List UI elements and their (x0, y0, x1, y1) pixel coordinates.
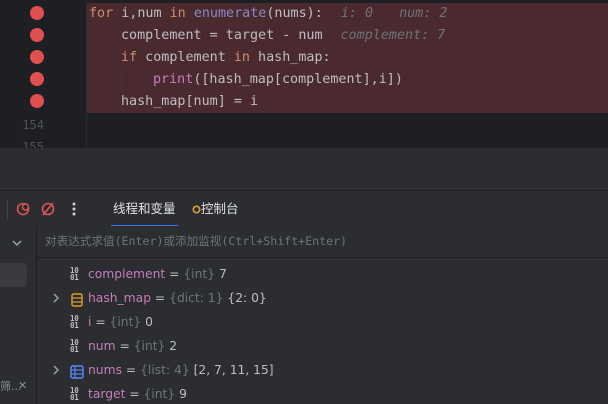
line-number: 154 (22, 118, 44, 132)
variable-row-i[interactable]: 10 01 i = {int} 0 (37, 310, 608, 334)
code-line[interactable]: if complement in hash_map: (87, 47, 608, 69)
close-icon[interactable]: ✕ (18, 379, 27, 392)
equals-sign: = (121, 363, 141, 377)
code-editor[interactable]: 154 155 for i,num in enumerate(nums): i: … (0, 0, 608, 148)
inline-value-hint: num: 2 (399, 6, 448, 21)
view-breakpoints-icon[interactable] (14, 200, 32, 218)
code-line[interactable]: hash_map[num] = i (87, 91, 608, 113)
breakpoint-icon[interactable] (30, 50, 44, 64)
variable-text: hash_map = {dict: 1} {2: 0} (88, 286, 267, 310)
equals-sign: = (125, 387, 144, 401)
indent-guide (121, 69, 122, 91)
variable-text: complement = {int} 7 (88, 262, 227, 286)
variable-name: nums (88, 363, 122, 377)
code-line[interactable]: complement = target - num complement: 7 (87, 25, 608, 47)
equals-sign: = (151, 291, 170, 305)
more-options-icon[interactable] (65, 200, 83, 218)
chevron-right-icon[interactable] (51, 358, 63, 382)
variable-name: target (88, 387, 126, 401)
primitive-icon: 10 01 (70, 338, 79, 354)
variable-value: [2, 7, 11, 15] (193, 363, 274, 377)
panel-splitter[interactable] (0, 148, 608, 190)
variable-text: num = {int} 2 (88, 334, 177, 358)
chevron-right-icon[interactable] (51, 286, 63, 310)
frame-item-selected[interactable] (0, 263, 27, 287)
variable-row-nums[interactable]: nums = {list: 4} [2, 7, 11, 15] (37, 358, 608, 382)
variable-name: complement (88, 267, 166, 281)
chevron-down-icon[interactable] (8, 234, 26, 252)
variable-value: 9 (179, 387, 187, 401)
variable-type: {int} (183, 267, 219, 281)
frames-panel: 筛... ✕ (0, 226, 37, 404)
list-icon (70, 363, 84, 379)
variable-name: num (88, 339, 116, 353)
variable-type: {int} (143, 387, 180, 401)
editor-gutter: 154 155 (0, 0, 86, 148)
toolbar-divider (7, 201, 8, 219)
primitive-icon: 10 01 (70, 314, 79, 330)
variable-row-complement[interactable]: 10 01 complement = {int} 7 (37, 262, 608, 286)
debug-toolbar: 线程和变量 控制台 (0, 190, 608, 227)
equals-sign: = (165, 267, 184, 281)
mute-breakpoints-icon[interactable] (39, 200, 57, 218)
evaluate-expression-input[interactable] (45, 226, 585, 257)
code-area[interactable]: for i,num in enumerate(nums): i: 0 num: 2 … (87, 0, 608, 148)
dict-icon (70, 291, 84, 307)
variable-type: {int} (133, 339, 170, 353)
evaluate-bar (37, 226, 608, 258)
variable-value: 7 (218, 267, 227, 281)
variable-value: 0 (145, 315, 153, 329)
variable-value: {2: 0} (227, 291, 267, 305)
variable-value: 2 (169, 339, 178, 353)
variable-row-num[interactable]: 10 01 num = {int} 2 (37, 334, 608, 358)
variable-text: nums = {list: 4} [2, 7, 11, 15] (88, 358, 274, 382)
tab-console[interactable]: 控制台 (192, 191, 239, 227)
variable-name: hash_map (88, 291, 151, 305)
inline-value-hint: i: 0 (340, 6, 374, 21)
variables-tree: 10 01 complement = {int} 7 hash_map = {dict… (37, 258, 608, 404)
equals-sign: = (115, 339, 134, 353)
variable-row-hash_map[interactable]: hash_map = {dict: 1} {2: 0} (37, 286, 608, 310)
breakpoint-icon[interactable] (30, 6, 44, 20)
code-line[interactable]: for i,num in enumerate(nums): i: 0 num: 2 (87, 3, 608, 25)
variable-type: {list: 4} (140, 363, 194, 377)
code-line[interactable]: print([hash_map[complement],i]) (87, 69, 608, 91)
breakpoint-icon[interactable] (30, 28, 44, 42)
variable-text: i = {int} 0 (88, 310, 153, 334)
variable-text: target = {int} 9 (88, 382, 187, 404)
tab-threads-variables[interactable]: 线程和变量 (111, 191, 178, 227)
inline-value-hint: complement: 7 (340, 28, 446, 43)
console-status-icon (192, 205, 201, 214)
primitive-icon: 10 01 (70, 266, 79, 282)
breakpoint-icon[interactable] (30, 72, 44, 86)
primitive-icon: 10 01 (70, 386, 79, 402)
variable-row-target[interactable]: 10 01 target = {int} 9 (37, 382, 608, 404)
variable-type: {int} (109, 315, 146, 329)
variable-type: {dict: 1} (169, 291, 228, 305)
equals-sign: = (91, 315, 110, 329)
line-number: 155 (22, 140, 44, 148)
breakpoint-icon[interactable] (30, 94, 44, 108)
